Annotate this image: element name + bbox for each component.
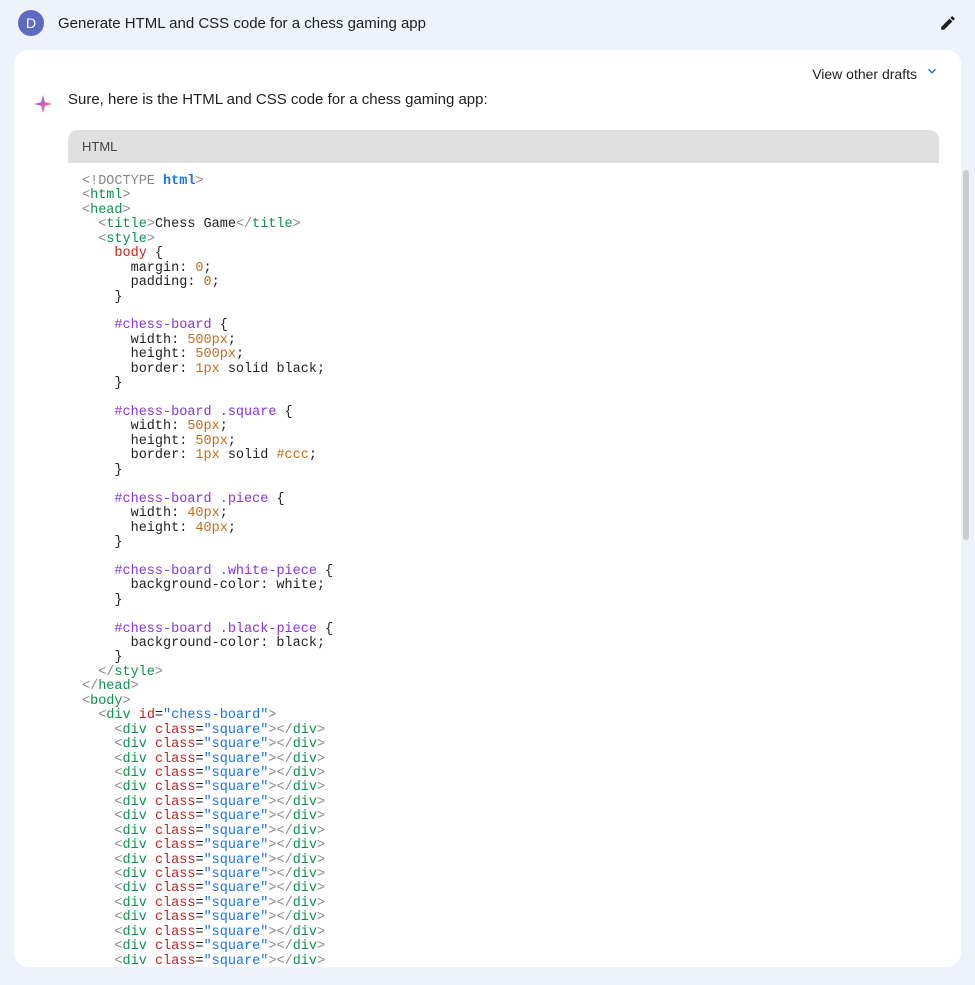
code-language-label: HTML (68, 130, 939, 163)
code-content[interactable]: <!DOCTYPE html> <html> <head> <title>Che… (68, 163, 939, 967)
user-avatar: D (18, 10, 44, 36)
response-card: View other drafts Sure, (14, 50, 961, 967)
edit-icon[interactable] (939, 14, 957, 32)
response-intro-text: Sure, here is the HTML and CSS code for … (68, 91, 943, 108)
scrollbar-thumb[interactable] (963, 170, 969, 540)
drafts-row: View other drafts (14, 64, 961, 91)
sparkle-icon (32, 93, 54, 115)
user-prompt-row: D Generate HTML and CSS code for a chess… (0, 0, 975, 50)
chevron-down-icon[interactable] (925, 64, 939, 83)
view-other-drafts-link[interactable]: View other drafts (812, 66, 917, 82)
code-block: HTML <!DOCTYPE html> <html> <head> <titl… (68, 130, 939, 967)
user-prompt-text: Generate HTML and CSS code for a chess g… (58, 15, 925, 32)
